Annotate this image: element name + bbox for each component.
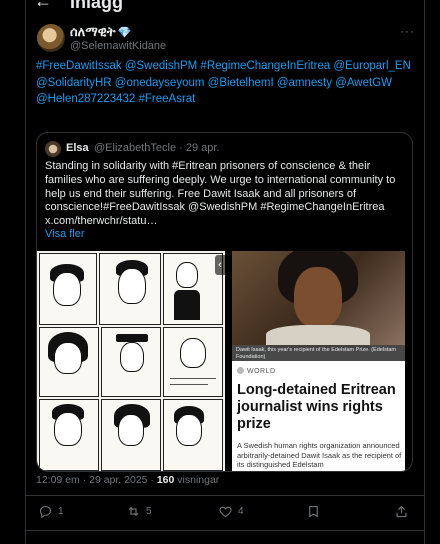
comic-panel — [101, 327, 161, 397]
reply-button[interactable]: 1 — [38, 504, 64, 519]
comic-panel — [163, 253, 223, 325]
chevron-left-icon[interactable]: ‹ — [215, 255, 225, 275]
bookmark-icon — [309, 505, 318, 518]
bookmark-button[interactable] — [306, 504, 321, 519]
article-card-image[interactable]: Dawit Isaak, this year's recipient of th… — [232, 251, 405, 471]
photo-face — [294, 267, 342, 327]
comic-cap — [116, 334, 148, 342]
tweet-body[interactable]: #FreeDawitIssak @SwedishPM #RegimeChange… — [36, 58, 426, 108]
show-more-link[interactable]: Visa fler — [45, 228, 85, 240]
tweet: ሰለማዊት 💎 @SelemawitKidane ··· #FreeDawitIs… — [26, 14, 440, 544]
quoted-tweet[interactable]: Elsa @ElizabethTecle · 29 apr. Standing … — [36, 132, 413, 472]
back-arrow-icon[interactable]: ← — [34, 0, 52, 12]
top-bar: ← Inlägg — [0, 0, 440, 14]
comic-jacket — [174, 290, 200, 320]
views-label: visningar — [174, 474, 220, 486]
repost-button[interactable]: 5 — [126, 504, 152, 519]
like-count: 4 — [238, 506, 244, 517]
quote-author-handle: @ElizabethTecle · 29 apr. — [94, 142, 220, 154]
comic-face — [54, 412, 82, 446]
quote-avatar[interactable] — [45, 141, 61, 157]
comic-scribble — [170, 378, 216, 379]
comic-panel — [39, 327, 99, 397]
comic-face — [120, 342, 144, 372]
heart-icon — [219, 506, 232, 518]
action-bar: 1 5 4 — [26, 504, 424, 524]
page-title: Inlägg — [70, 0, 123, 12]
reply-count: 1 — [58, 506, 64, 517]
comic-face — [53, 272, 81, 306]
article-headline: Long-detained Eritrean journalist wins r… — [237, 382, 396, 432]
comic-panel — [99, 253, 161, 325]
divider — [26, 495, 424, 496]
comic-panel — [39, 399, 99, 471]
article-lede: A Swedish human rights organization anno… — [237, 441, 402, 469]
section-label: WORLD — [237, 367, 276, 375]
views-count: 160 — [156, 474, 175, 486]
author-name-text: ሰለማዊት — [70, 24, 116, 39]
comic-face — [176, 262, 198, 288]
comic-illustration-image[interactable]: ‹ — [37, 251, 225, 471]
quote-text: Standing in solidarity with #Eritrean pr… — [45, 160, 396, 228]
comic-face — [118, 268, 146, 304]
comic-face — [180, 338, 206, 368]
reply-icon — [39, 505, 52, 519]
comic-panel — [101, 399, 161, 471]
comic-face — [118, 414, 144, 446]
author-name[interactable]: ሰለማዊት 💎 — [70, 24, 131, 40]
more-icon[interactable]: ··· — [400, 24, 415, 38]
comic-face — [176, 414, 202, 446]
like-button[interactable]: 4 — [218, 504, 244, 519]
divider — [26, 530, 424, 531]
photo-caption: Dawit Isaak, this year's recipient of th… — [232, 345, 405, 361]
repost-icon — [128, 506, 139, 517]
diamond-badge-icon: 💎 — [117, 27, 132, 39]
tweet-meta: 12:09 em · 29 apr. 2025 · 160 visningar — [36, 474, 219, 486]
comic-face — [54, 342, 82, 374]
timestamp[interactable]: 12:09 em · 29 apr. 2025 · — [36, 474, 157, 486]
comic-scribble — [170, 384, 208, 385]
author-handle[interactable]: @SelemawitKidane — [70, 40, 166, 52]
globe-icon — [237, 367, 244, 374]
quote-author-name[interactable]: Elsa — [66, 142, 89, 154]
portrait-photo — [232, 251, 405, 349]
avatar[interactable] — [37, 24, 65, 52]
share-icon — [396, 505, 407, 518]
repost-count: 5 — [146, 506, 152, 517]
section-text: WORLD — [247, 368, 276, 375]
comic-panel — [39, 253, 97, 325]
comic-panel — [163, 327, 223, 397]
comic-panel — [163, 399, 223, 471]
share-button[interactable] — [394, 504, 409, 519]
